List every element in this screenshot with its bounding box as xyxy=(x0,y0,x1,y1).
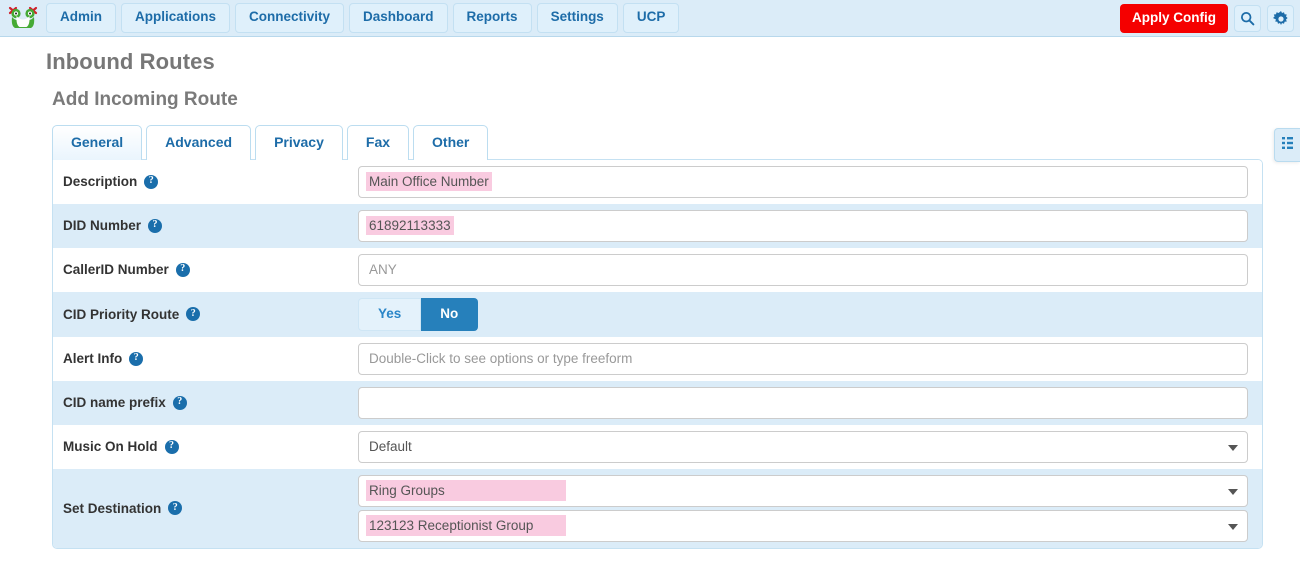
main-menu: Admin Applications Connectivity Dashboar… xyxy=(46,3,680,33)
control-alert-info: Double-Click to see options or type free… xyxy=(358,337,1248,381)
control-did-number: 61892113333 xyxy=(358,204,1248,248)
form-row-alert-info: Alert Info ? Double-Click to see options… xyxy=(53,336,1262,381)
form-row-callerid-number: CallerID Number ? ANY xyxy=(53,247,1262,292)
cid-name-prefix-input[interactable] xyxy=(358,386,1248,419)
label-alert-info-text: Alert Info xyxy=(63,351,123,367)
label-did-number-text: DID Number xyxy=(63,218,142,234)
set-destination-target-select[interactable]: 123123 Receptionist Group xyxy=(358,509,1248,542)
control-set-destination: Ring Groups 123123 Receptionist Group xyxy=(358,469,1248,548)
nav-item-reports[interactable]: Reports xyxy=(452,3,532,33)
label-cid-name-prefix: CID name prefix ? xyxy=(53,395,358,410)
tab-advanced[interactable]: Advanced xyxy=(146,125,252,160)
chevron-down-icon xyxy=(1228,523,1238,530)
description-value: Main Office Number xyxy=(366,172,492,192)
alert-info-input[interactable]: Double-Click to see options or type free… xyxy=(358,342,1248,375)
music-on-hold-select[interactable]: Default xyxy=(358,430,1248,463)
control-cid-priority-route: Yes No xyxy=(358,292,1248,337)
nav-item-applications[interactable]: Applications xyxy=(121,3,231,33)
set-destination-module-value: Ring Groups xyxy=(366,480,566,502)
apply-config-button[interactable]: Apply Config xyxy=(1120,3,1228,34)
nav-item-connectivity[interactable]: Connectivity xyxy=(235,3,345,33)
callerid-number-input[interactable]: ANY xyxy=(358,253,1248,286)
music-on-hold-value: Default xyxy=(369,439,412,455)
form-row-description: Description ? Main Office Number xyxy=(53,159,1262,204)
alert-info-placeholder: Double-Click to see options or type free… xyxy=(369,351,633,367)
label-music-on-hold: Music On Hold ? xyxy=(53,439,358,454)
chevron-down-icon xyxy=(1228,488,1238,495)
label-music-on-hold-text: Music On Hold xyxy=(63,439,158,455)
label-set-destination: Set Destination ? xyxy=(53,501,358,516)
callerid-number-placeholder: ANY xyxy=(369,262,397,278)
tab-privacy[interactable]: Privacy xyxy=(255,125,343,160)
form-row-did-number: DID Number ? 61892113333 xyxy=(53,203,1262,248)
incoming-route-form: Description ? Main Office Number DID Num… xyxy=(52,158,1263,549)
nav-actions: Apply Config xyxy=(1120,0,1294,37)
form-row-cid-priority-route: CID Priority Route ? Yes No xyxy=(53,291,1262,337)
nav-item-settings[interactable]: Settings xyxy=(536,3,618,33)
set-destination-target-value: 123123 Receptionist Group xyxy=(366,515,566,537)
control-cid-name-prefix xyxy=(358,381,1248,425)
cid-priority-route-toggle: Yes No xyxy=(358,297,1248,331)
label-alert-info: Alert Info ? xyxy=(53,351,358,366)
label-description-text: Description xyxy=(63,174,138,190)
help-icon-music-on-hold[interactable]: ? xyxy=(164,439,179,454)
control-music-on-hold: Default xyxy=(358,425,1248,469)
label-cid-name-prefix-text: CID name prefix xyxy=(63,395,166,411)
label-cid-priority-route-text: CID Priority Route xyxy=(63,306,180,322)
nav-item-ucp[interactable]: UCP xyxy=(622,3,680,33)
label-description: Description ? xyxy=(53,174,358,189)
label-set-destination-text: Set Destination xyxy=(63,500,162,516)
tab-general[interactable]: General xyxy=(52,125,143,160)
gear-icon[interactable] xyxy=(1267,5,1294,32)
help-icon-cid-priority-route[interactable]: ? xyxy=(186,307,201,322)
nav-item-admin[interactable]: Admin xyxy=(46,3,116,33)
search-icon[interactable] xyxy=(1234,5,1261,32)
label-did-number: DID Number ? xyxy=(53,218,358,233)
nav-item-dashboard[interactable]: Dashboard xyxy=(349,3,448,33)
did-number-input[interactable]: 61892113333 xyxy=(358,209,1248,242)
help-icon-callerid-number[interactable]: ? xyxy=(175,262,190,277)
help-icon-description[interactable]: ? xyxy=(144,174,159,189)
did-number-value: 61892113333 xyxy=(366,216,454,236)
form-row-set-destination: Set Destination ? Ring Groups 123123 Rec… xyxy=(53,468,1262,548)
cid-priority-route-option-no[interactable]: No xyxy=(421,297,479,331)
control-description: Main Office Number xyxy=(358,160,1248,204)
tab-fax[interactable]: Fax xyxy=(346,125,410,160)
form-row-cid-name-prefix: CID name prefix ? xyxy=(53,380,1262,425)
chevron-down-icon xyxy=(1228,444,1238,451)
help-icon-alert-info[interactable]: ? xyxy=(129,351,144,366)
set-destination-module-select[interactable]: Ring Groups xyxy=(358,474,1248,507)
form-row-music-on-hold: Music On Hold ? Default xyxy=(53,424,1262,469)
page-title: Inbound Routes xyxy=(46,49,215,74)
top-navigation-bar: Admin Applications Connectivity Dashboar… xyxy=(0,0,1300,37)
page-subtitle: Add Incoming Route xyxy=(52,89,238,110)
tab-other[interactable]: Other xyxy=(413,125,489,160)
description-input[interactable]: Main Office Number xyxy=(358,165,1248,198)
label-callerid-number: CallerID Number ? xyxy=(53,262,358,277)
form-tabs: General Advanced Privacy Fax Other xyxy=(52,125,1300,160)
help-icon-did-number[interactable]: ? xyxy=(148,218,163,233)
freepbx-frog-logo-icon[interactable] xyxy=(6,3,40,33)
cid-priority-route-option-yes[interactable]: Yes xyxy=(358,297,422,331)
help-icon-set-destination[interactable]: ? xyxy=(168,501,183,516)
label-cid-priority-route: CID Priority Route ? xyxy=(53,307,358,322)
help-icon-cid-name-prefix[interactable]: ? xyxy=(172,395,187,410)
label-callerid-number-text: CallerID Number xyxy=(63,262,169,278)
control-callerid-number: ANY xyxy=(358,248,1248,292)
